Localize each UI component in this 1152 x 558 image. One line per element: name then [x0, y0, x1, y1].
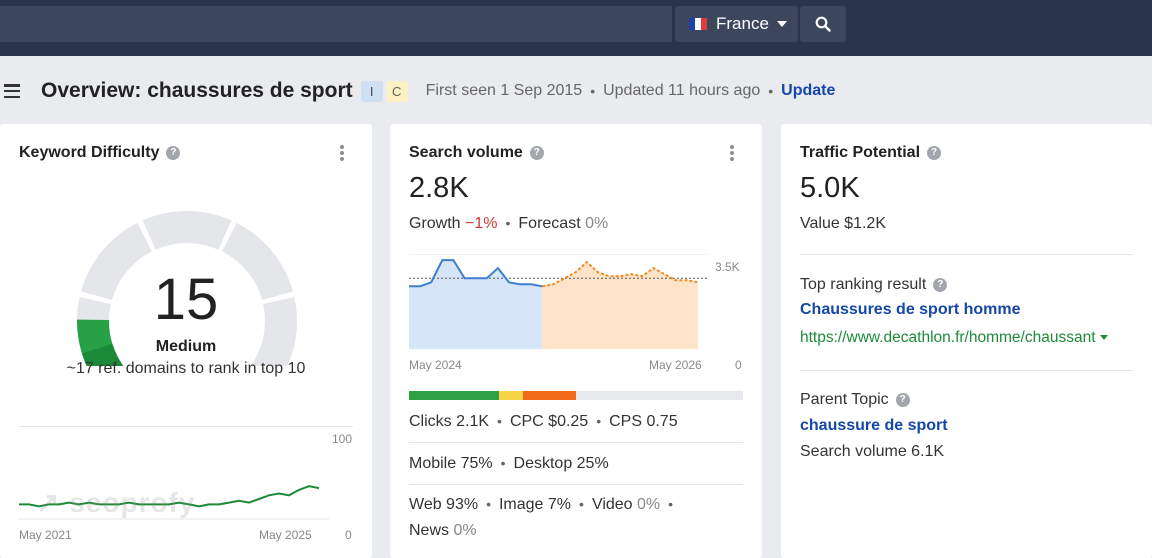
help-icon[interactable]: ?: [166, 146, 181, 160]
help-icon[interactable]: ?: [895, 393, 910, 407]
cpc-value: CPC $0.25: [509, 413, 589, 430]
intent-badge-commercial: C: [385, 80, 408, 102]
sv-axis-min: 0: [735, 358, 742, 372]
divider: [19, 426, 353, 427]
kd-axis-start: May 2021: [19, 528, 72, 542]
parent-topic-label: Parent Topic: [800, 391, 889, 408]
menu-icon[interactable]: [4, 84, 20, 98]
news-label: News: [409, 522, 450, 539]
separator-dot: •: [768, 83, 774, 99]
divider: [800, 254, 1133, 255]
overview-header: Overview: chaussures de sport I C First …: [0, 70, 1152, 112]
first-seen-text: First seen 1 Sep 2015: [425, 82, 583, 99]
more-options-icon[interactable]: [730, 145, 734, 161]
gauge-segment: [142, 211, 232, 250]
card-title: Keyword Difficulty?: [19, 144, 181, 162]
card-title: Search volume?: [409, 144, 544, 162]
kd-label: Medium: [155, 338, 217, 355]
keyword-difficulty-card: Keyword Difficulty? 15 Medium ~17 ref. d…: [0, 124, 372, 558]
divider: [409, 442, 743, 443]
sv-growth-line: Growth −1% • Forecast 0%: [409, 215, 609, 232]
sv-trend-chart: [409, 254, 709, 349]
help-icon[interactable]: ?: [529, 146, 544, 160]
top-bar: France: [0, 0, 1152, 56]
watermark-arrow-icon: ↗: [36, 487, 61, 518]
watermark-logo: ↗ seoprofy: [36, 486, 196, 519]
top-result-url[interactable]: https://www.decathlon.fr/homme/chaussant: [800, 329, 1108, 347]
sv-axis-start: May 2024: [409, 358, 462, 372]
web-share: Web 93%: [409, 496, 479, 513]
country-selector[interactable]: France: [675, 6, 798, 42]
card-title: Traffic Potential?: [800, 144, 942, 162]
growth-value: −1%: [465, 215, 498, 232]
kd-score: 15: [153, 267, 219, 332]
caret-down-icon: [776, 21, 787, 27]
intent-badge-informational: I: [360, 80, 383, 102]
help-icon[interactable]: ?: [933, 278, 948, 292]
search-icon: [815, 16, 831, 32]
intent-segment: [499, 391, 523, 400]
top-result-url-text: https://www.decathlon.fr/homme/chaussant: [800, 329, 1096, 346]
watermark-text: seoprofy: [69, 487, 196, 518]
intent-segment: [409, 391, 500, 400]
intent-segment: [576, 391, 743, 400]
intent-segment: [522, 391, 576, 400]
cps-value: CPS 0.75: [609, 413, 678, 430]
tp-money-value: Value $1.2K: [800, 215, 886, 232]
device-line: Mobile 75% • Desktop 25%: [409, 455, 609, 472]
top-result-label: Top ranking result: [800, 276, 927, 293]
news-line: News 0%: [409, 522, 477, 540]
country-label: France: [716, 14, 769, 33]
news-share: 0%: [453, 522, 477, 539]
parent-topic-heading: Parent Topic?: [800, 391, 910, 409]
tp-title: Traffic Potential: [800, 144, 921, 161]
tp-value: 5.0K: [800, 172, 860, 204]
clicks-value: Clicks 2.1K: [409, 413, 490, 430]
keyword-search-input[interactable]: [0, 6, 672, 42]
clicks-line: Clicks 2.1K • CPC $0.25 • CPS 0.75: [409, 413, 678, 430]
serp-types-line: Web 93% • Image 7% • Video 0% •: [409, 496, 674, 513]
kd-title: Keyword Difficulty: [19, 144, 160, 161]
mobile-share: Mobile 75%: [409, 455, 493, 472]
sv-value: 2.8K: [409, 172, 469, 204]
kd-axis-min: 0: [345, 528, 352, 542]
forecast-value: 0%: [585, 215, 609, 232]
parent-topic-volume: Search volume 6.1K: [800, 443, 945, 460]
forecast-label: Forecast: [518, 215, 581, 232]
caret-down-icon[interactable]: [1099, 335, 1108, 341]
desktop-share: Desktop 25%: [513, 455, 609, 472]
video-label: Video: [591, 496, 633, 513]
separator-dot: •: [590, 83, 596, 99]
kd-axis-end: May 2025: [259, 528, 312, 542]
update-link[interactable]: Update: [781, 82, 835, 100]
search-volume-card: Search volume? 2.8K Growth −1% • Forecast …: [390, 124, 762, 558]
top-result-title-link[interactable]: Chaussures de sport homme: [800, 301, 1021, 319]
parent-topic-link[interactable]: chaussure de sport: [800, 417, 948, 435]
sv-axis-ref: 3.5K: [715, 260, 740, 274]
help-icon[interactable]: ?: [927, 146, 942, 160]
page-title: Overview: chaussures de sport: [41, 79, 353, 102]
growth-label: Growth: [409, 215, 461, 232]
top-result-heading: Top ranking result?: [800, 276, 948, 294]
divider: [409, 484, 743, 485]
updated-text: Updated 11 hours ago: [603, 82, 761, 99]
image-share: Image 7%: [498, 496, 572, 513]
sv-axis-end: May 2026: [649, 358, 702, 372]
more-options-icon[interactable]: [340, 145, 344, 161]
kd-axis-max: 100: [332, 432, 353, 446]
divider: [800, 370, 1133, 371]
search-button[interactable]: [800, 6, 846, 42]
traffic-potential-card: Traffic Potential? 5.0K Value $1.2K Top …: [781, 124, 1152, 558]
video-share: 0%: [637, 496, 661, 513]
flag-fr-icon: [689, 18, 707, 30]
sv-title: Search volume: [409, 144, 523, 161]
kd-description: ~17 ref. domains to rank in top 10: [66, 360, 306, 377]
